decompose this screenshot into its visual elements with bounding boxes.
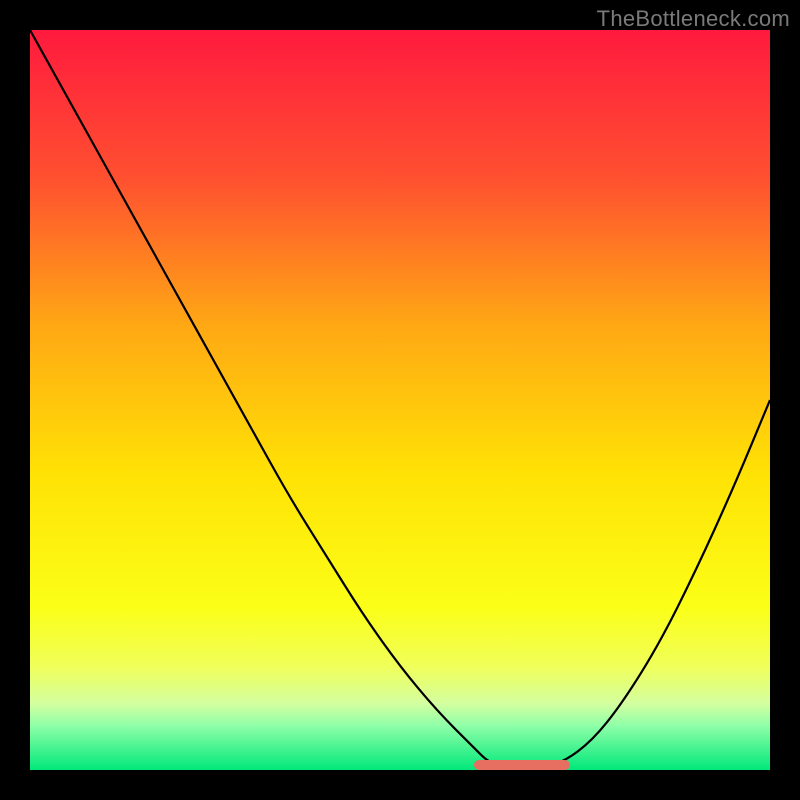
watermark-text: TheBottleneck.com (597, 6, 790, 32)
curve-svg (30, 30, 770, 770)
bottleneck-curve (30, 30, 770, 770)
plot-area (30, 30, 770, 770)
chart-container: TheBottleneck.com (0, 0, 800, 800)
marker-band (474, 760, 570, 770)
